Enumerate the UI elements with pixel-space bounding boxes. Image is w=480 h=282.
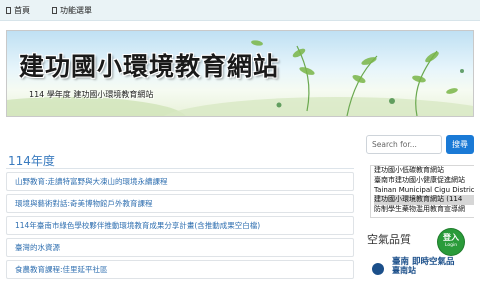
related-links-list[interactable]: 建功國小低碳教育網站 臺南市建功國小健康促進網站 Tainan Municipa… [370,165,474,218]
login-sublabel: Login [444,243,458,248]
related-link[interactable]: 防制學生藥物濫用教育宣導網 [374,205,474,215]
top-nav-bar: 首頁 功能選單 [0,0,480,21]
section-title: 114年度 [8,154,55,168]
nav-home-label: 首頁 [14,6,30,15]
related-link[interactable]: Tainan Municipal Cigu District [374,186,474,196]
search-input[interactable] [366,135,442,154]
list-item[interactable]: 114年臺南市綠色學校夥伴推動環境教育成果分享計畫(含推動成果空白檔) [6,216,354,235]
nav-menu-label: 功能選單 [60,6,92,15]
related-link-selected[interactable]: 建功國小環境教育網站 (114 [374,195,474,206]
related-link[interactable]: 臺南市建功國小健康促進網站 [374,176,474,186]
login-button[interactable]: 登入 Login [438,229,464,255]
list-item[interactable]: 環境與藝術對話:奇美博物館戶外教育課程 [6,194,354,213]
related-link[interactable]: 建功國小低碳教育網站 [374,166,474,176]
nav-home[interactable]: 首頁 [6,5,30,16]
nav-menu[interactable]: 功能選單 [52,5,92,16]
list-item[interactable]: 臺灣的水資源 [6,238,354,257]
air-quality-widget-station: 臺南站 [392,266,416,275]
banner-subtitle: 114 學年度 建功國小環境教育網站 [29,90,154,99]
section-divider [6,168,354,169]
home-icon [6,7,11,14]
air-quality-heading: 空氣品質 [367,233,411,246]
banner-title: 建功國小環境教育網站 [19,52,280,81]
article-list: 山野教育:走讀特富野與大凍山的環境永續課程 環境與藝術對話:奇美博物館戶外教育課… [6,172,354,282]
list-item[interactable]: 山野教育:走讀特富野與大凍山的環境永續課程 [6,172,354,191]
login-label: 登入 [443,233,459,242]
air-quality-icon [372,263,384,275]
menu-icon [52,7,57,14]
search-button[interactable]: 搜尋 [446,135,474,154]
site-banner: 建功國小環境教育網站 114 學年度 建功國小環境教育網站 [6,30,474,117]
